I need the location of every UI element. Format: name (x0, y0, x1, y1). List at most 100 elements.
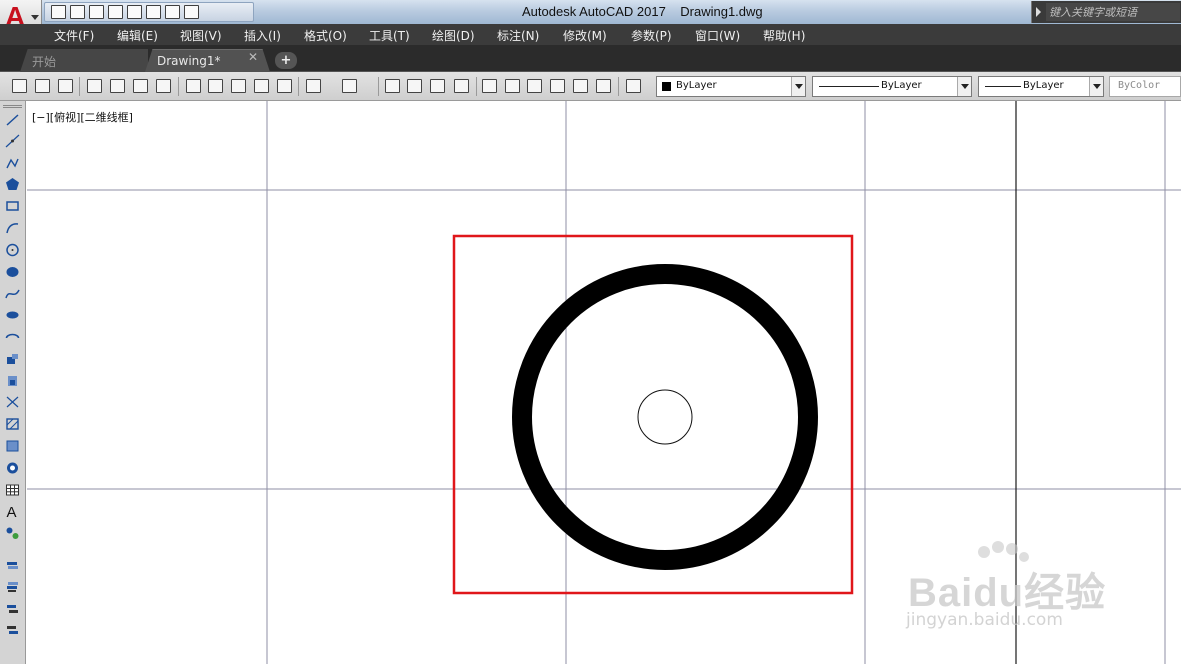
linetype-sample (819, 86, 879, 87)
zoom-previous-icon[interactable] (454, 79, 469, 93)
redo-icon[interactable] (342, 79, 357, 93)
zoom-window-icon[interactable] (430, 79, 445, 93)
gradient-icon[interactable] (5, 439, 20, 453)
spline-icon[interactable] (5, 287, 20, 301)
tab-start[interactable]: 开始 (20, 49, 148, 72)
arc-icon[interactable] (5, 221, 20, 235)
copy-icon[interactable] (208, 79, 223, 93)
hatch-icon[interactable] (5, 417, 20, 431)
open-file-icon[interactable] (70, 5, 85, 19)
plot-icon[interactable] (87, 79, 102, 93)
paste-icon[interactable] (231, 79, 246, 93)
help-icon[interactable] (626, 79, 641, 93)
point-icon[interactable] (5, 395, 20, 409)
plotstyle-combo[interactable]: ByColor (1109, 76, 1181, 97)
search-box (1031, 1, 1181, 23)
layer-isolate-icon[interactable] (5, 624, 20, 638)
add-selected-icon[interactable] (5, 526, 20, 540)
viewport-controls[interactable]: [−][俯视][二维线框] (32, 109, 133, 125)
customize-qat-icon[interactable] (184, 5, 199, 19)
polyline-icon[interactable] (5, 156, 20, 170)
menu-insert[interactable]: 插入(I) (244, 27, 281, 44)
block-editor-icon[interactable] (277, 79, 292, 93)
polygon-icon[interactable] (5, 177, 20, 191)
chevron-down-icon (957, 77, 971, 96)
undo-icon[interactable] (306, 79, 321, 93)
menu-format[interactable]: 格式(O) (304, 27, 347, 44)
quick-access-toolbar (44, 2, 254, 22)
layer-icon[interactable] (5, 559, 20, 573)
publish-icon[interactable] (133, 79, 148, 93)
menu-edit[interactable]: 编辑(E) (117, 27, 158, 44)
chevron-down-icon (1089, 77, 1103, 96)
revision-cloud-icon[interactable] (5, 265, 20, 279)
pan-icon[interactable] (385, 79, 400, 93)
search-expand-icon[interactable] (1036, 7, 1041, 17)
toolbar-separator (79, 77, 80, 96)
tab-close-icon[interactable]: ✕ (248, 50, 258, 64)
save-icon[interactable] (58, 79, 73, 93)
open-icon[interactable] (35, 79, 50, 93)
linetype-combo-value: ByLayer (881, 80, 922, 91)
circle-icon[interactable] (5, 243, 20, 257)
construction-line-icon[interactable] (5, 134, 20, 148)
toolbar-separator (378, 77, 379, 96)
line-icon[interactable] (5, 113, 20, 127)
window-title: Autodesk AutoCAD 2017 Drawing1.dwg (522, 4, 763, 19)
menu-file[interactable]: 文件(F) (54, 27, 94, 44)
color-swatch (662, 82, 671, 91)
menu-tools[interactable]: 工具(T) (369, 27, 410, 44)
menu-window[interactable]: 窗口(W) (695, 27, 740, 44)
layer-match-icon[interactable] (5, 602, 20, 616)
color-combo[interactable]: ByLayer (656, 76, 806, 97)
ellipse-icon[interactable] (5, 308, 20, 322)
toolbar-separator (618, 77, 619, 96)
menu-view[interactable]: 视图(V) (180, 27, 222, 44)
layer-previous-icon[interactable] (5, 580, 20, 594)
plot-preview-icon[interactable] (110, 79, 125, 93)
toolbar-grip[interactable] (3, 105, 22, 108)
cut-icon[interactable] (186, 79, 201, 93)
inner-circle[interactable] (637, 389, 693, 445)
print-icon[interactable] (127, 5, 142, 19)
menu-bar: 文件(F) 编辑(E) 视图(V) 插入(I) 格式(O) 工具(T) 绘图(D… (0, 24, 1181, 45)
baidu-watermark: Baidu经验 jingyan.baidu.com (900, 540, 1130, 655)
save-as-icon[interactable] (108, 5, 123, 19)
svg-text:A: A (7, 504, 17, 518)
sheet-set-icon[interactable] (550, 79, 565, 93)
markup-icon[interactable] (573, 79, 588, 93)
properties-icon[interactable] (482, 79, 497, 93)
rectangle-icon[interactable] (5, 199, 20, 213)
make-block-icon[interactable] (5, 374, 20, 388)
ellipse-arc-icon[interactable] (5, 330, 20, 344)
quickcalc-icon[interactable] (596, 79, 611, 93)
table-icon[interactable] (5, 483, 20, 497)
lineweight-combo[interactable]: ByLayer (978, 76, 1104, 97)
menu-help[interactable]: 帮助(H) (763, 27, 805, 44)
menu-modify[interactable]: 修改(M) (563, 27, 607, 44)
zoom-realtime-icon[interactable] (407, 79, 422, 93)
region-icon[interactable] (5, 461, 20, 475)
search-input[interactable] (1046, 3, 1180, 21)
new-tab-button[interactable]: + (275, 52, 297, 69)
match-properties-icon[interactable] (254, 79, 269, 93)
insert-block-icon[interactable] (5, 352, 20, 366)
tool-palettes-icon[interactable] (527, 79, 542, 93)
linetype-combo[interactable]: ByLayer (812, 76, 972, 97)
design-center-icon[interactable] (505, 79, 520, 93)
toolbar-separator (178, 77, 179, 96)
text-icon[interactable]: A (5, 504, 20, 518)
watermark-url: jingyan.baidu.com (906, 610, 1063, 630)
plotstyle-combo-value: ByColor (1118, 80, 1161, 91)
save-icon[interactable] (89, 5, 104, 19)
new-icon[interactable] (12, 79, 27, 93)
new-file-icon[interactable] (51, 5, 66, 19)
redo-icon[interactable] (165, 5, 180, 19)
autocad-window: Autodesk AutoCAD 2017 Drawing1.dwg A 文件(… (0, 0, 1181, 664)
menu-parametric[interactable]: 参数(P) (631, 27, 672, 44)
outer-ring[interactable] (512, 264, 818, 570)
undo-icon[interactable] (146, 5, 161, 19)
3d-print-icon[interactable] (156, 79, 171, 93)
menu-draw[interactable]: 绘图(D) (432, 27, 475, 44)
menu-dimension[interactable]: 标注(N) (497, 27, 539, 44)
